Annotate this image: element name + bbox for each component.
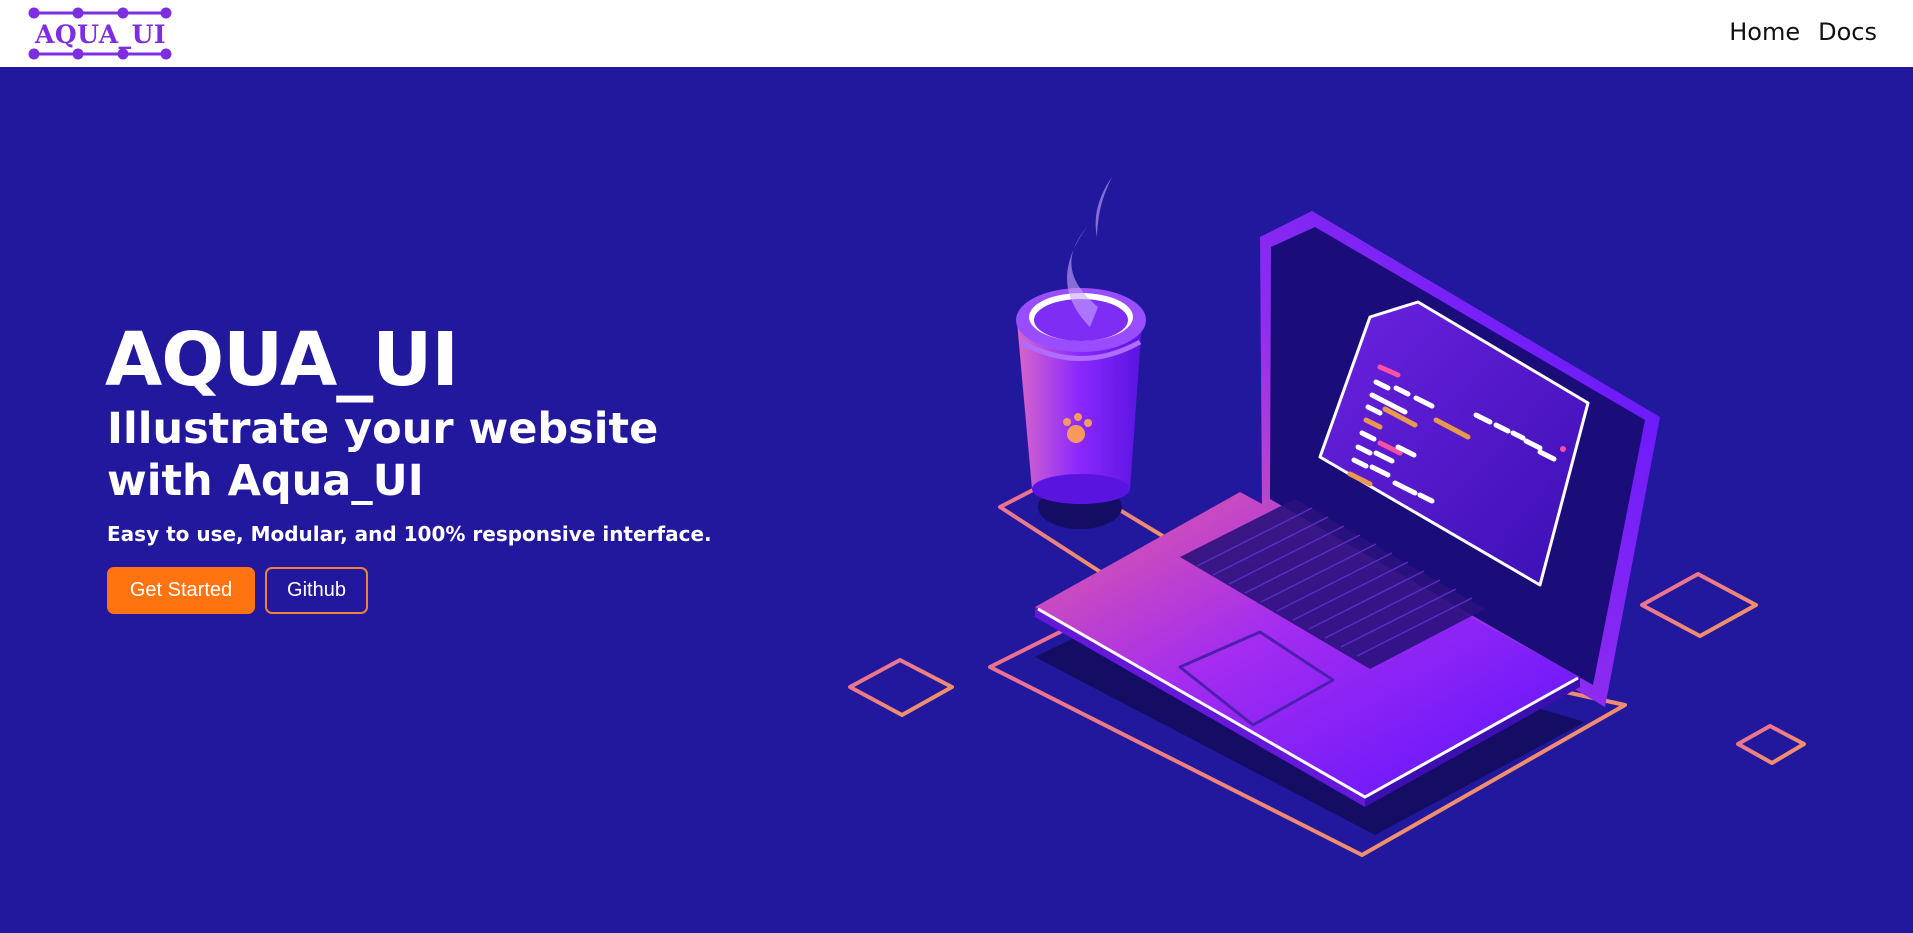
- nav-link-home[interactable]: Home: [1729, 18, 1800, 46]
- diamond-decoration-right: [1640, 572, 1758, 638]
- hero-description: Easy to use, Modular, and 100% responsiv…: [107, 522, 712, 546]
- diamond-decoration-left: [848, 658, 954, 717]
- navbar: AQUA_UI Home Docs: [0, 0, 1913, 67]
- github-button[interactable]: Github: [265, 567, 368, 614]
- hero-subtitle: Illustrate your website with Aqua_UI: [107, 404, 659, 506]
- hero-title: AQUA_UI: [105, 317, 459, 403]
- diamond-decoration-small: [1736, 724, 1806, 765]
- logo-text: AQUA_UI: [35, 20, 167, 49]
- hero-section: AQUA_UI Illustrate your website with Aqu…: [0, 67, 1913, 933]
- nav-links: Home Docs: [1729, 18, 1877, 46]
- get-started-button[interactable]: Get Started: [107, 567, 255, 614]
- logo[interactable]: AQUA_UI: [28, 5, 172, 61]
- nav-link-docs[interactable]: Docs: [1818, 18, 1877, 46]
- laptop-coffee-illustration: [848, 177, 1806, 857]
